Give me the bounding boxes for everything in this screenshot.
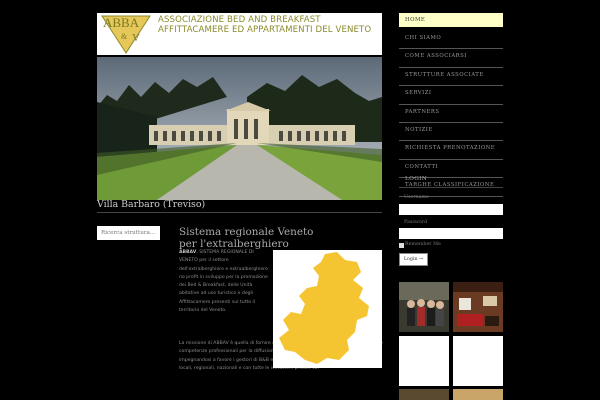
abbav-logo[interactable]: ABBA & V (100, 14, 152, 54)
remember-me-label: Remember Me (405, 242, 441, 247)
nav-item-home[interactable]: HOME (399, 13, 503, 31)
nav-item-servizi[interactable]: SERVIZI (399, 86, 503, 105)
article-lead-bold: ABBAV (179, 250, 197, 255)
login-button[interactable]: Login → (399, 253, 428, 266)
nav-item-strutture-associate[interactable]: STRUTTURE ASSOCIATE (399, 68, 503, 87)
veneto-region-shape (279, 252, 369, 364)
org-name-line-2: AFFITTACAMERE ED APPARTAMENTI DEL VENETO (158, 25, 372, 35)
username-label: Username (404, 195, 429, 200)
org-name-line-1: ASSOCIAZIONE BED AND BREAKFAST (158, 15, 321, 25)
search-input[interactable] (97, 226, 160, 240)
nav-item-partners[interactable]: PARTNERS (399, 105, 503, 123)
svg-text:V: V (132, 32, 140, 44)
remember-me-checkbox[interactable] (399, 243, 404, 248)
login-heading: LOGIN (405, 176, 428, 182)
password-label: Password (404, 220, 428, 225)
article-lead: ABBAV, SISTEMA REGIONALE DI VENETO per i… (179, 249, 269, 315)
login-divider (399, 187, 503, 188)
gallery-thumb-4[interactable] (453, 336, 503, 386)
veneto-map-image (273, 250, 382, 368)
nav-item-notizie[interactable]: NOTIZIE (399, 123, 503, 142)
svg-text:&: & (121, 32, 128, 41)
hero-caption: Villa Barbaro (Treviso) (97, 199, 206, 210)
password-field[interactable] (399, 228, 503, 239)
gallery-thumb-3[interactable] (399, 336, 449, 386)
nav-item-come-associarsi[interactable]: COME ASSOCIARSI (399, 49, 503, 68)
article-title[interactable]: Sistema regionale Veneto per l'extralber… (179, 226, 319, 250)
gallery-thumb-room[interactable] (453, 282, 503, 332)
caption-divider (97, 212, 382, 213)
logo-graphic: ABBA & V (101, 15, 151, 54)
site-header: ABBA & V ASSOCIAZIONE BED AND BREAKFAST … (97, 13, 382, 55)
gallery-thumb-6[interactable] (453, 389, 503, 400)
gallery-thumb-people[interactable] (399, 282, 449, 332)
article-lead-text: , SISTEMA REGIONALE DI VENETO per il set… (179, 250, 268, 314)
nav-item-chi-siamo[interactable]: CHI SIAMO (399, 31, 503, 50)
hero-image-villa-barbaro (97, 57, 382, 200)
main-nav: HOME CHI SIAMO COME ASSOCIARSI STRUTTURE… (399, 13, 503, 197)
gallery-thumb-5[interactable] (399, 389, 449, 400)
nav-item-richiesta-prenotazione[interactable]: RICHIESTA PRENOTAZIONE (399, 141, 503, 160)
logo-text: ABBA (103, 15, 140, 30)
username-field[interactable] (399, 204, 503, 215)
